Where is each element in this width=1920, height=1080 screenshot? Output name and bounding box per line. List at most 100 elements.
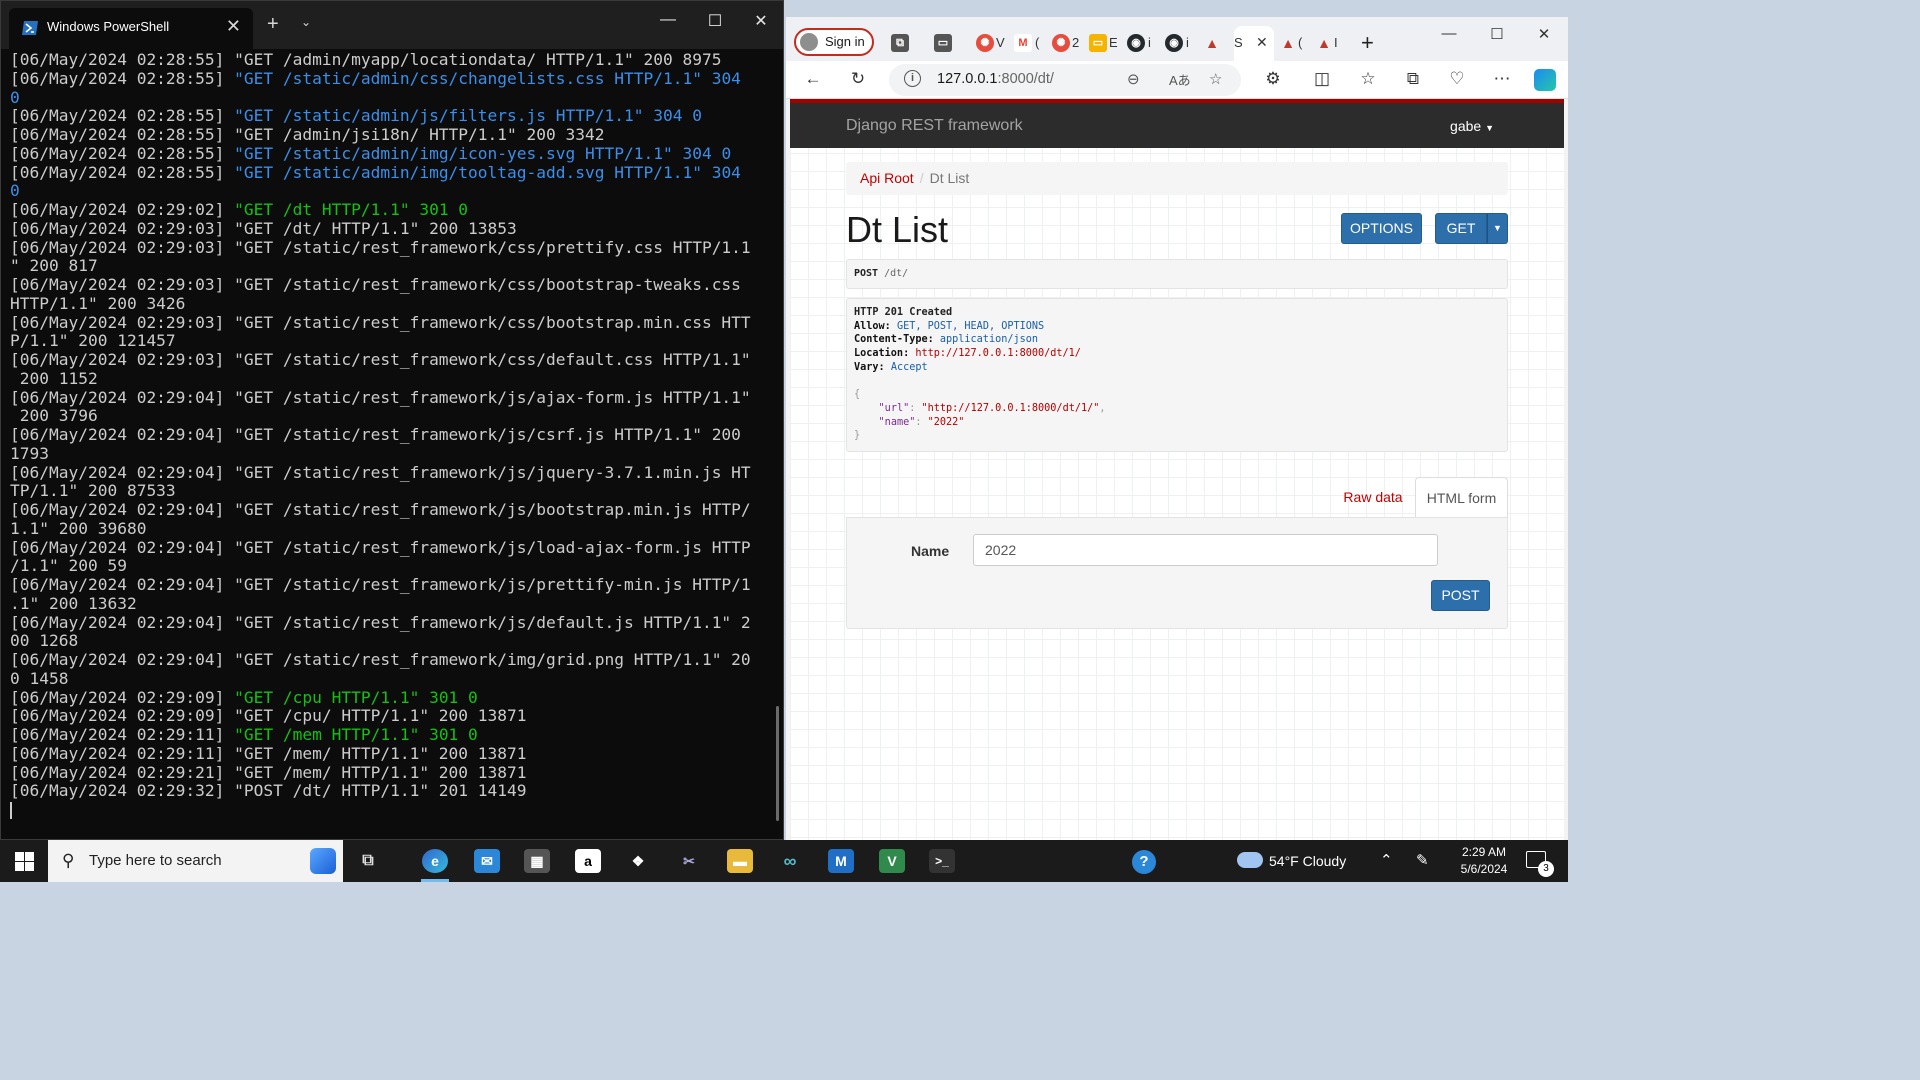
terminal-line: 1.1" 200 39680 (10, 518, 147, 538)
gmail-icon[interactable]: M (1014, 34, 1032, 52)
response-info: HTTP 201 Created Allow: GET, POST, HEAD,… (846, 298, 1508, 452)
copilot-icon[interactable] (1534, 69, 1556, 91)
new-tab-icon[interactable]: + (267, 13, 279, 36)
store-app-icon[interactable]: ▦ (524, 849, 550, 873)
active-browser-tab[interactable]: S ✕ (1234, 26, 1274, 61)
tab-label[interactable]: E (1109, 35, 1118, 50)
new-tab-icon[interactable]: + (1361, 30, 1374, 56)
amazon-app-icon[interactable]: a (575, 849, 601, 873)
arduino-app-icon[interactable]: ∞ (777, 849, 803, 873)
read-aloud-icon[interactable]: Aあ (1169, 70, 1191, 89)
task-view-icon[interactable]: ⧉ (355, 849, 381, 873)
slides-icon[interactable]: ▭ (1089, 34, 1107, 52)
terminal-line: [06/May/2024 02:29:21] "GET /mem/ HTTP/1… (10, 762, 527, 782)
name-input[interactable] (973, 534, 1438, 566)
django-logo-icon[interactable]: ▲ (1315, 34, 1333, 52)
github-icon[interactable]: ◉ (1127, 34, 1145, 52)
close-window-icon[interactable]: ✕ (1529, 25, 1559, 43)
pen-icon[interactable]: ✎ (1416, 851, 1429, 869)
tab-label[interactable]: ( (1035, 35, 1039, 50)
dropbox-app-icon[interactable]: ❖ (625, 849, 651, 873)
get-button[interactable]: GET (1435, 213, 1487, 244)
cloud-icon[interactable] (1237, 852, 1263, 868)
edge-app-icon[interactable]: e (422, 849, 448, 873)
chevron-up-icon[interactable]: ⌃ (1380, 851, 1393, 869)
sign-in-button[interactable]: Sign in (794, 28, 874, 56)
mail-app-icon[interactable]: ✉ (474, 849, 500, 873)
tab-raw-data[interactable]: Raw data (1332, 477, 1414, 517)
terminal-line: [06/May/2024 02:28:55] "GET /static/admi… (10, 143, 732, 163)
app-tab-icon[interactable]: ✺ (1052, 34, 1070, 52)
mu-editor-icon[interactable]: M (828, 849, 854, 873)
json-value: "2022" (927, 416, 965, 428)
snipping-tool-icon[interactable]: ✂ (676, 849, 702, 873)
chevron-down-icon[interactable]: ⌄ (301, 15, 311, 29)
site-info-icon[interactable]: i (904, 70, 921, 87)
get-format-dropdown[interactable]: ▼ (1487, 213, 1508, 244)
close-tab-icon[interactable]: ✕ (226, 16, 241, 37)
terminal-cursor (10, 802, 12, 819)
excel-app-icon[interactable]: V (879, 849, 905, 873)
maximize-icon[interactable]: ☐ (700, 11, 730, 31)
web-page: Django REST framework gabe ▼ Api Root / Dt… (790, 99, 1564, 840)
search-placeholder: Type here to search (89, 852, 222, 869)
django-logo-icon[interactable]: ▲ (1203, 34, 1221, 52)
terminal-line: [06/May/2024 02:29:11] "GET /mem/ HTTP/1… (10, 743, 527, 763)
split-screen-icon[interactable]: ◫ (1311, 69, 1333, 89)
tab-label[interactable]: 2 (1072, 35, 1079, 50)
more-icon[interactable]: ⋯ (1491, 69, 1513, 89)
terminal-output[interactable]: [06/May/2024 02:28:55] "GET /admin/myapp… (10, 51, 768, 831)
terminal-line: [06/May/2024 02:28:55] "GET /admin/myapp… (10, 51, 722, 69)
drf-brand[interactable]: Django REST framework (846, 117, 1023, 135)
help-icon[interactable]: ? (1132, 850, 1156, 874)
tab-html-form[interactable]: HTML form (1415, 477, 1508, 518)
terminal-line: [06/May/2024 02:29:04] "GET /static/rest… (10, 500, 751, 519)
terminal-line: [06/May/2024 02:28:55] "GET /static/admi… (10, 68, 741, 88)
minimize-icon[interactable]: — (653, 11, 683, 29)
post-button[interactable]: POST (1431, 580, 1490, 611)
weather-text[interactable]: 54°F Cloudy (1269, 853, 1346, 869)
user-name: gabe (1450, 118, 1482, 134)
github-icon[interactable]: ◉ (1165, 34, 1183, 52)
json-url-link[interactable]: "http://127.0.0.1:8000/dt/1/" (922, 403, 1100, 414)
favorite-star-icon[interactable]: ☆ (1209, 70, 1222, 88)
windows-start-icon[interactable] (15, 852, 34, 871)
address-url[interactable]: 127.0.0.1:8000/dt/ (937, 71, 1054, 87)
collections-icon[interactable]: ⧉ (1402, 69, 1424, 89)
terminal-line: 200 3796 (10, 406, 98, 426)
breadcrumb: Api Root / Dt List (846, 162, 1508, 195)
minimize-icon[interactable]: — (1434, 25, 1464, 42)
back-icon[interactable]: ← (802, 69, 824, 89)
tab-label[interactable]: V (996, 35, 1005, 50)
terminal-app-icon[interactable]: >_ (929, 849, 955, 873)
tab-label[interactable]: i (1186, 35, 1189, 50)
address-bar[interactable]: i 127.0.0.1:8000/dt/ ⊖ Aあ ☆ (889, 64, 1241, 96)
browser-essentials-icon[interactable]: ♡ (1446, 69, 1468, 89)
profile-avatar-icon (800, 33, 818, 51)
user-menu[interactable]: gabe ▼ (1450, 118, 1494, 134)
clock[interactable]: 2:29 AM 5/6/2024 (1454, 844, 1514, 878)
extensions-icon[interactable]: ⚙ (1262, 69, 1284, 89)
drf-navbar: Django REST framework gabe ▼ (790, 99, 1564, 148)
collections-icon[interactable]: ⧉ (891, 34, 909, 52)
post-form: Name POST (846, 517, 1508, 629)
close-window-icon[interactable]: ✕ (746, 11, 776, 31)
close-tab-icon[interactable]: ✕ (1256, 34, 1268, 51)
location-link[interactable]: http://127.0.0.1:8000/dt/1/ (915, 348, 1081, 359)
taskbar-search-box[interactable]: ⚲ Type here to search (48, 840, 343, 882)
breadcrumb-api-root[interactable]: Api Root (860, 170, 914, 186)
tab-actions-icon[interactable]: ▭ (934, 34, 952, 52)
zoom-out-icon[interactable]: ⊖ (1127, 70, 1140, 88)
options-button[interactable]: OPTIONS (1341, 213, 1422, 244)
file-explorer-icon[interactable]: ▬ (727, 849, 753, 873)
django-logo-icon[interactable]: ▲ (1279, 34, 1297, 52)
favorites-icon[interactable]: ☆ (1357, 69, 1379, 89)
tab-label[interactable]: ( (1298, 35, 1302, 50)
tab-label[interactable]: I (1334, 35, 1338, 50)
powershell-tab[interactable]: Windows PowerShell ✕ (9, 8, 253, 49)
app-tab-icon[interactable]: ✺ (976, 34, 994, 52)
terminal-scrollbar[interactable] (776, 706, 779, 821)
tab-label[interactable]: i (1148, 35, 1151, 50)
maximize-icon[interactable]: ☐ (1482, 25, 1512, 43)
refresh-icon[interactable]: ↻ (847, 69, 869, 89)
